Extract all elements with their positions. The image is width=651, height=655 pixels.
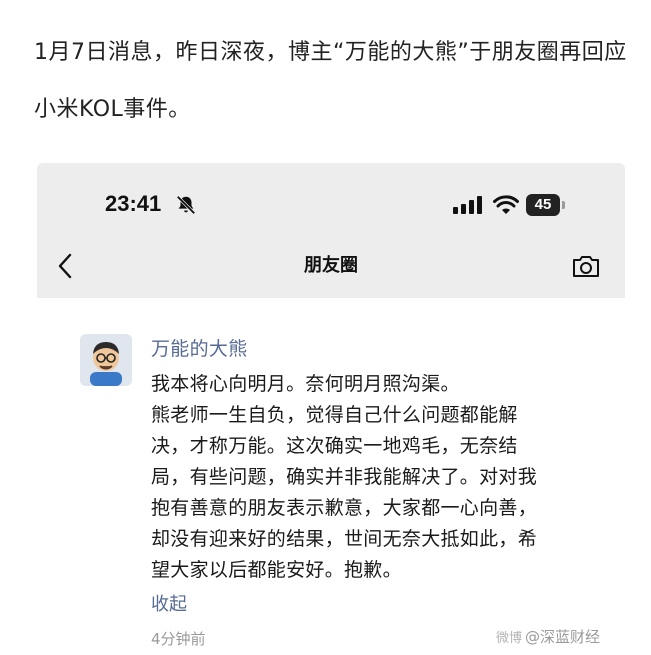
moments-post: 万能的大熊 我本将心向明月。奈何明月照沟渠。 熊老师一生自负，觉得自己什么问题都能… <box>37 298 625 655</box>
post-username[interactable]: 万能的大熊 <box>151 334 248 361</box>
post-content: 我本将心向明月。奈何明月照沟渠。 熊老师一生自负，觉得自己什么问题都能解决，才称万… <box>151 373 538 581</box>
page-title: 朋友圈 <box>304 255 358 276</box>
battery-icon: 45 <box>526 194 566 216</box>
bell-slash-icon <box>176 195 196 215</box>
avatar[interactable] <box>80 334 132 386</box>
collapse-link[interactable]: 收起 <box>151 590 187 616</box>
battery-level: 45 <box>534 196 552 213</box>
wifi-icon <box>493 195 519 214</box>
status-time: 23:41 <box>105 191 162 216</box>
watermark-text: @深蓝财经 <box>525 628 601 646</box>
post-timestamp: 4分钟前 <box>151 630 206 648</box>
cellular-signal-icon <box>453 196 482 214</box>
watermark-prefix: 微博 <box>496 630 523 645</box>
article-intro-text: 1月7日消息，昨日深夜，博主“万能的大熊”于朋友圈再回应小米KOL事件。 <box>34 40 627 122</box>
watermark: 微博 @深蓝财经 <box>496 626 600 647</box>
avatar-cartoon-icon <box>80 334 132 386</box>
status-bar: 23:41 45 <box>37 187 625 223</box>
wechat-screenshot-header: 23:41 45 朋友圈 <box>37 163 625 298</box>
camera-icon[interactable] <box>571 253 601 279</box>
nav-bar: 朋友圈 <box>37 247 625 287</box>
battery-cap <box>562 201 565 209</box>
